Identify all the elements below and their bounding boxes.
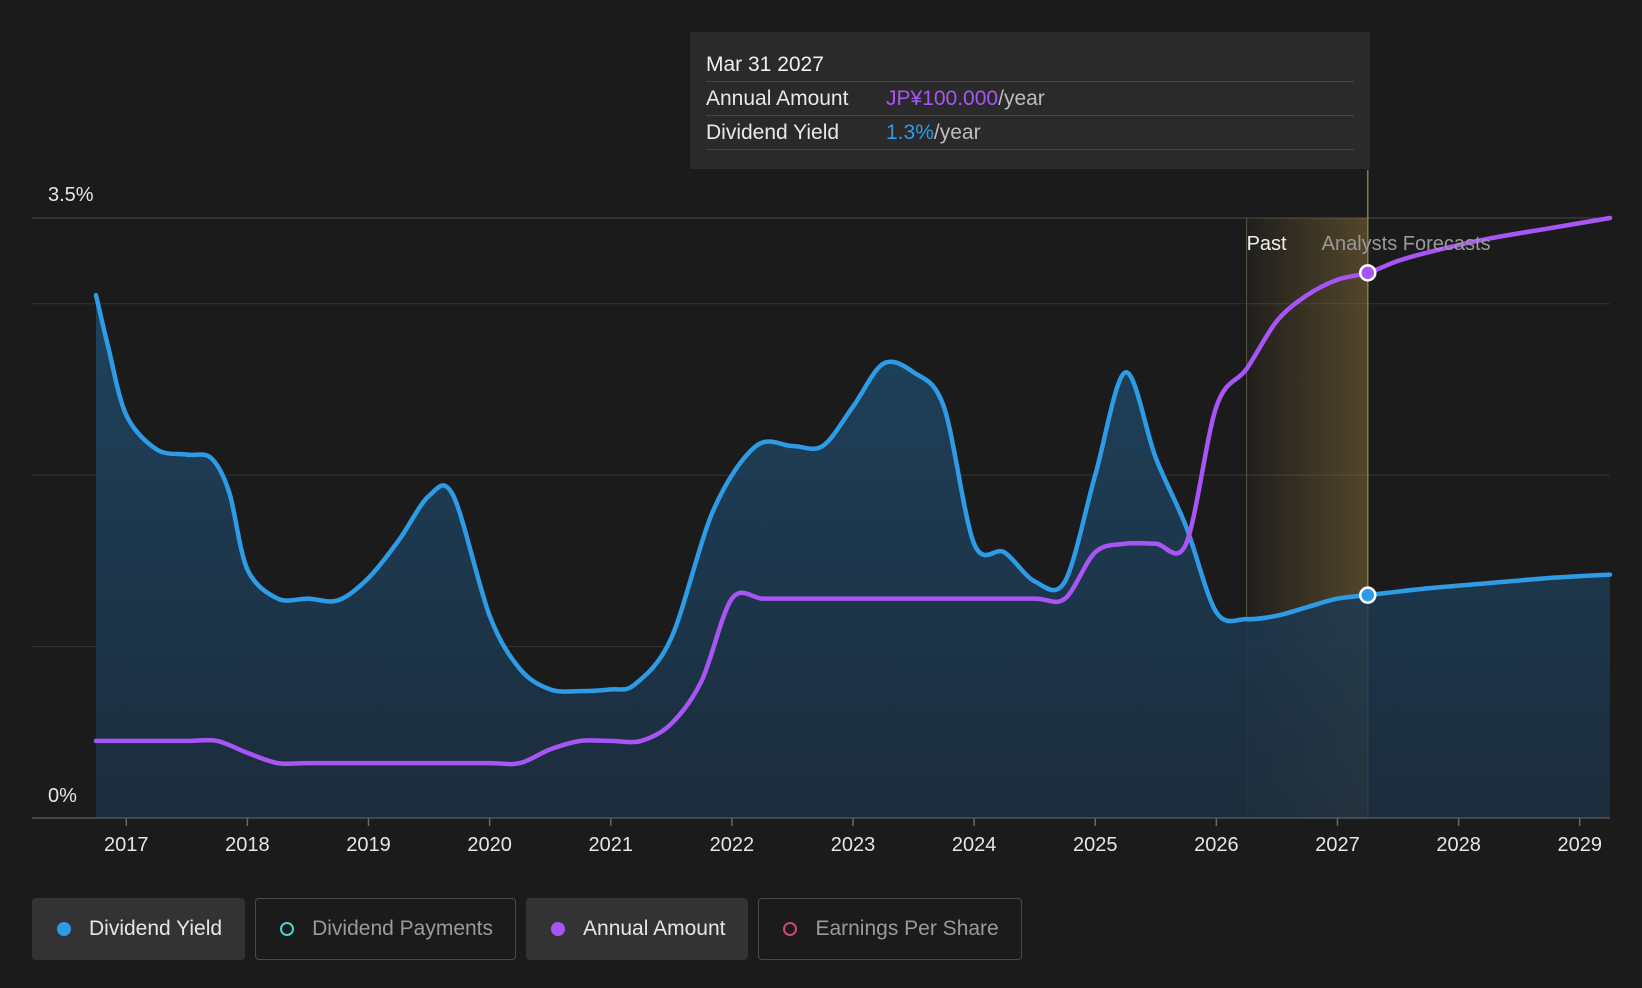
- analysts-forecasts-label: Analysts Forecasts: [1322, 233, 1491, 255]
- legend-dividend-yield[interactable]: Dividend Yield: [32, 898, 246, 960]
- tooltip-value: JP¥100.000: [886, 87, 999, 110]
- x-tick-label: 2029: [1557, 834, 1602, 856]
- x-tick-label: 2026: [1194, 834, 1239, 856]
- x-tick-label: 2021: [589, 834, 634, 856]
- y-tick-label: 3.5%: [48, 184, 94, 206]
- x-tick-label: 2025: [1073, 834, 1118, 856]
- legend-earnings-per-share[interactable]: Earnings Per Share: [758, 898, 1022, 960]
- x-tick-label: 2023: [831, 834, 876, 856]
- x-tick-label: 2027: [1315, 834, 1360, 856]
- x-tick-label: 2028: [1436, 834, 1481, 856]
- dividend-yield-area: [96, 295, 1610, 819]
- legend-label: Dividend Payments: [312, 917, 494, 940]
- y-axis-labels: 0% 3.5%: [48, 184, 94, 807]
- tooltip-row-annual-amount: Annual Amount JP¥100.000/year: [706, 82, 1354, 116]
- x-tick-label: 2017: [104, 834, 149, 856]
- annual-amount-marker[interactable]: [1359, 264, 1377, 282]
- earnings-per-share-dot-icon: [783, 922, 798, 936]
- tooltip-unit: /year: [933, 121, 981, 144]
- x-tick-label: 2022: [710, 834, 755, 856]
- legend-label: Dividend Yield: [89, 917, 223, 940]
- past-label: Past: [1247, 233, 1287, 255]
- tooltip-label: Annual Amount: [706, 87, 849, 110]
- x-axis: 2017 2018 2019 2020 2021 2022 2023 2024 2025 2026…: [32, 817, 1610, 856]
- x-tick-label: 2020: [467, 834, 512, 856]
- legend-label: Annual Amount: [583, 917, 726, 940]
- dividend-yield-dot-icon: [57, 922, 71, 936]
- x-tick-label: 2024: [952, 834, 997, 856]
- tooltip-label: Dividend Yield: [706, 121, 840, 144]
- tooltip-date: Mar 31 2027: [706, 48, 1354, 82]
- dividend-yield-marker[interactable]: [1359, 586, 1377, 604]
- legend: Dividend Yield Dividend Payments Annual …: [32, 898, 1022, 960]
- tooltip-row-dividend-yield: Dividend Yield 1.3%/year: [706, 116, 1354, 150]
- tooltip-value: 1.3%: [886, 121, 934, 144]
- x-tick-label: 2018: [225, 834, 270, 856]
- legend-dividend-payments[interactable]: Dividend Payments: [255, 898, 517, 960]
- annual-amount-dot-icon: [551, 922, 566, 936]
- x-tick-label: 2019: [346, 834, 391, 856]
- tooltip: Mar 31 2027 Annual Amount JP¥100.000/year…: [690, 32, 1370, 169]
- legend-label: Earnings Per Share: [815, 917, 999, 940]
- y-tick-label: 0%: [48, 785, 77, 807]
- legend-annual-amount[interactable]: Annual Amount: [526, 898, 749, 960]
- tooltip-unit: /year: [998, 87, 1045, 110]
- dividend-payments-dot-icon: [280, 922, 295, 936]
